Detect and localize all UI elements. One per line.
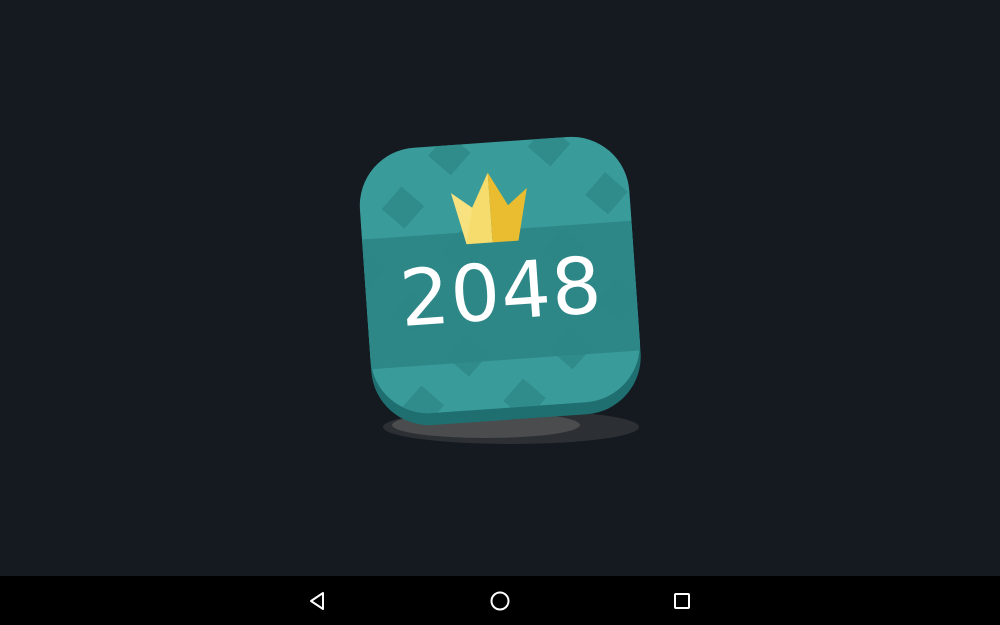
logo-tile: 2048 [355,132,644,418]
back-triangle-icon [310,592,324,610]
logo-pattern-diamond [585,172,628,215]
recents-button[interactable] [664,584,700,618]
logo-pattern-diamond [401,385,445,418]
home-button[interactable] [482,584,518,618]
app-logo: 2048 [355,132,645,430]
system-navigation-bar [0,576,1000,625]
back-button[interactable] [300,584,336,618]
app-screen: 2048 [0,0,1000,625]
logo-title: 2048 [396,241,606,345]
home-circle-icon [490,591,510,611]
crown-icon [451,172,527,245]
logo-pattern-diamond [527,132,571,167]
logo-pattern-diamond [428,133,471,176]
recents-square-icon [674,593,690,609]
logo-pattern-diamond [381,186,425,229]
splash-screen: 2048 [0,0,1000,576]
